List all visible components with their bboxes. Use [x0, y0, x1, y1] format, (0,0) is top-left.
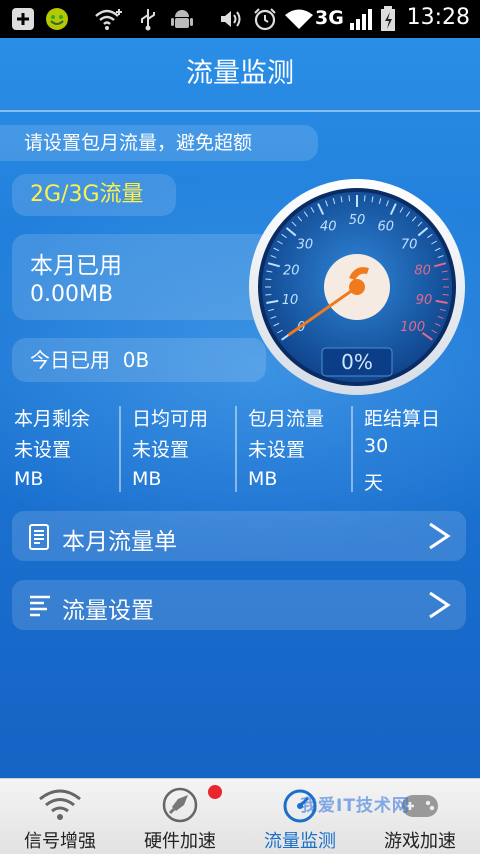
month-used-label: 本月已用 [30, 253, 122, 279]
notification-badge [208, 785, 222, 799]
stat-value: 30 [364, 435, 389, 457]
speedometer-gauge: 0102030405060708090100 0% [248, 178, 466, 396]
rocket-icon [158, 787, 202, 823]
usb-icon [138, 7, 158, 31]
monthly-bill-label: 本月流量单 [62, 529, 177, 555]
bottom-tab-bar: 信号增强 硬件加速 流量监测 游戏加速 我爱IT技术网 [0, 778, 480, 854]
stats-row: 本月剩余 未设置 MB 日均可用 未设置 MB 包月流量 未设置 MB 距结算日… [0, 400, 480, 494]
gauge-tick-label: 10 [282, 293, 299, 308]
list-settings-icon [28, 593, 52, 621]
today-used-card: 今日已用 0B [12, 338, 266, 382]
stat-label: 包月流量 [248, 408, 325, 430]
stat-daily-available: 日均可用 未设置 MB [118, 400, 234, 490]
gauge-tick-label: 100 [400, 320, 425, 335]
tab-label: 游戏加速 [384, 831, 456, 852]
stat-unit: 天 [364, 472, 384, 494]
stat-monthly-plan: 包月流量 未设置 MB [234, 400, 350, 490]
stat-label: 本月剩余 [14, 408, 91, 430]
stat-remaining: 本月剩余 未设置 MB [0, 400, 116, 490]
wifi-icon [284, 7, 314, 31]
stat-unit: MB [248, 468, 278, 490]
month-used-value: 0.00MB [30, 282, 114, 307]
stat-value: 未设置 [14, 439, 72, 461]
gauge-minor-tick [442, 278, 449, 281]
traffic-settings-label: 流量设置 [62, 598, 154, 624]
set-plan-hint[interactable]: 请设置包月流量，避免超额 [0, 125, 318, 161]
wifi-signal-icon [38, 787, 82, 823]
gauge-minor-tick [265, 293, 272, 296]
stat-label: 距结算日 [364, 408, 441, 430]
gauge-hub-center [349, 279, 365, 295]
month-used-card: 本月已用 0.00MB [12, 234, 272, 320]
clock: 13:28 [406, 5, 470, 30]
vibrate-icon [218, 7, 242, 31]
tab-hardware-boost[interactable]: 硬件加速 [120, 779, 240, 854]
signal-icon [348, 7, 376, 31]
today-used-value: 0B [122, 348, 150, 372]
stat-label: 日均可用 [132, 408, 209, 430]
stat-unit: MB [132, 468, 162, 490]
stat-days-to-billing: 距结算日 30 天 [350, 400, 466, 494]
stat-unit: MB [14, 468, 44, 490]
monthly-bill-row[interactable]: 本月流量单 [12, 511, 466, 561]
watermark: 我爱IT技术网 [300, 796, 410, 816]
traffic-monitor-screen: 流量监测 请设置包月流量，避免超额 2G/3G流量 本月已用 0.00MB 今日… [0, 38, 480, 778]
add-icon [10, 7, 36, 31]
gauge-percent: 0% [341, 350, 373, 374]
smiley-icon [44, 7, 70, 31]
gauge-tick-label: 70 [401, 237, 418, 252]
gauge-tick-label: 90 [416, 293, 433, 308]
network-type-label: 2G/3G流量 [12, 174, 176, 216]
tab-label: 流量监测 [264, 831, 336, 852]
android-icon [170, 7, 194, 31]
network-type: 3G [315, 7, 344, 29]
document-icon [28, 524, 50, 554]
title-divider [0, 110, 480, 112]
status-bar: 3G 13:28 [0, 0, 480, 38]
gauge-tick-label: 30 [297, 237, 314, 252]
gauge-minor-tick [442, 293, 449, 296]
stat-value: 未设置 [132, 439, 190, 461]
chevron-right-icon [426, 589, 452, 625]
stat-value: 未设置 [248, 439, 306, 461]
tab-label: 硬件加速 [144, 831, 216, 852]
gauge-minor-tick [348, 195, 351, 202]
today-used-label: 今日已用 [30, 348, 110, 372]
gauge-minor-tick [363, 195, 366, 202]
gauge-tick-label: 20 [283, 263, 300, 278]
gauge-minor-tick [265, 278, 272, 281]
gauge-tick-label: 80 [414, 263, 431, 278]
page-title: 流量监测 [186, 58, 294, 89]
alarm-icon [252, 7, 278, 31]
tab-label: 信号增强 [24, 831, 96, 852]
traffic-settings-row[interactable]: 流量设置 [12, 580, 466, 630]
gauge-tick-label: 50 [349, 213, 366, 228]
battery-charging-icon [380, 6, 396, 31]
gauge-tick-label: 60 [377, 219, 394, 234]
chevron-right-icon [426, 520, 452, 556]
tab-signal-boost[interactable]: 信号增强 [0, 779, 120, 854]
wifi-add-icon [94, 7, 124, 31]
gauge-tick-label: 40 [320, 219, 337, 234]
